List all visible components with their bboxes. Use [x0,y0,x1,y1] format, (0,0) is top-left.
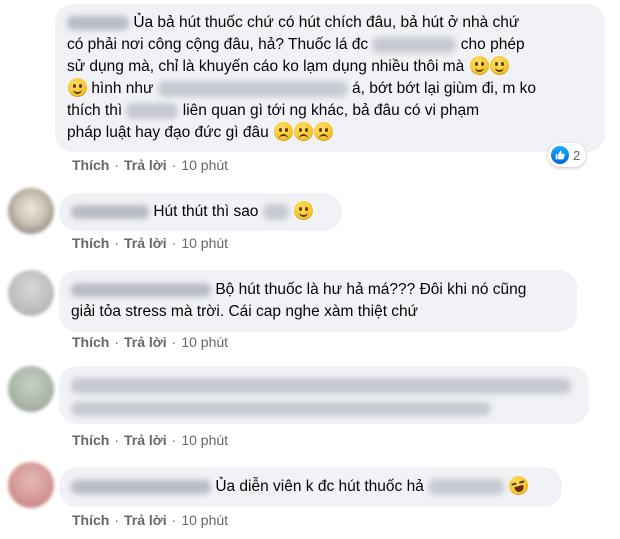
like-icon [551,146,569,164]
comment-bubble: Ủa bả hút thuốc chứ có hút chích đâu, bả… [55,4,605,152]
comment-bubble [59,366,589,424]
comment-text: Ủa diễn viên k đc hút thuốc hả [71,473,550,498]
comment-text: Hút thút thì sao [71,201,330,223]
comment-actions: Thích · Trả lời · 10 phút [72,334,229,350]
avatar[interactable] [8,270,54,316]
redacted-text [126,102,179,119]
redacted-text [71,378,571,394]
reply-link[interactable]: Trả lời [124,157,167,173]
avatar[interactable] [8,188,54,234]
comment-actions: Thích · Trả lời · 10 phút [72,235,229,251]
reaction-count: 2 [573,147,581,163]
reaction-badge[interactable]: 2 [548,143,587,167]
redacted-text [372,36,457,53]
sad-emoji-icon [294,122,314,141]
comment-bubble: Hút thút thì sao [59,193,342,231]
like-link[interactable]: Thích [72,432,109,448]
smile-emoji-icon [469,56,489,75]
comment-2: Hút thút thì sao Thích · Trả lời · 10 phút [0,178,620,258]
like-link[interactable]: Thích [72,512,109,528]
comment-4: Thích · Trả lời · 10 phút [0,358,620,456]
comment-time[interactable]: 10 phút [181,157,228,173]
comment-5: Ủa diễn viên k đc hút thuốc hả Thích · Trả… [0,456,620,539]
redacted-text [262,203,289,220]
comment-bubble: Ủa diễn viên k đc hút thuốc hả [59,467,562,507]
avatar[interactable] [8,462,54,508]
comment-1: Ủa bả hút thuốc chứ có hút chích đâu, bả… [0,0,620,178]
comment-text: Ủa bả hút thuốc chứ có hút chích đâu, bả… [67,14,537,141]
comment-actions: Thích · Trả lời · 10 phút [72,512,229,528]
avatar[interactable] [8,366,54,412]
comment-time[interactable]: 10 phút [181,235,228,251]
comment-3: Bộ hút thuốc là hư hả má??? Đôi khi nó c… [0,258,620,358]
comment-time[interactable]: 10 phút [181,432,228,448]
reply-link[interactable]: Trả lời [124,235,167,251]
commenter-name[interactable] [71,479,211,494]
sad-emoji-icon [314,122,334,141]
comment-time[interactable]: 10 phút [181,334,228,350]
commenter-name[interactable] [67,15,129,30]
sad-emoji-icon [274,122,294,141]
reply-link[interactable]: Trả lời [124,512,167,528]
smile-emoji-icon [68,78,87,97]
redacted-text [428,478,505,495]
like-link[interactable]: Thích [72,235,109,251]
comment-time[interactable]: 10 phút [181,512,228,528]
like-link[interactable]: Thích [72,334,109,350]
comment-actions: Thích · Trả lời · 10 phút [72,157,229,173]
commenter-name[interactable] [71,282,211,297]
comment-text: Bộ hút thuốc là hư hả má??? Đôi khi nó c… [71,281,527,320]
redacted-text [71,402,491,416]
reply-link[interactable]: Trả lời [124,334,167,350]
smile-emoji-icon [489,56,509,75]
commenter-name[interactable] [71,204,149,219]
reply-link[interactable]: Trả lời [124,432,167,448]
laughing-emoji-icon [507,473,531,498]
redacted-text [157,80,348,97]
comment-bubble: Bộ hút thuốc là hư hả má??? Đôi khi nó c… [59,270,577,332]
like-link[interactable]: Thích [72,157,109,173]
comment-actions: Thích · Trả lời · 10 phút [72,432,229,448]
smile-emoji-icon [294,201,314,220]
